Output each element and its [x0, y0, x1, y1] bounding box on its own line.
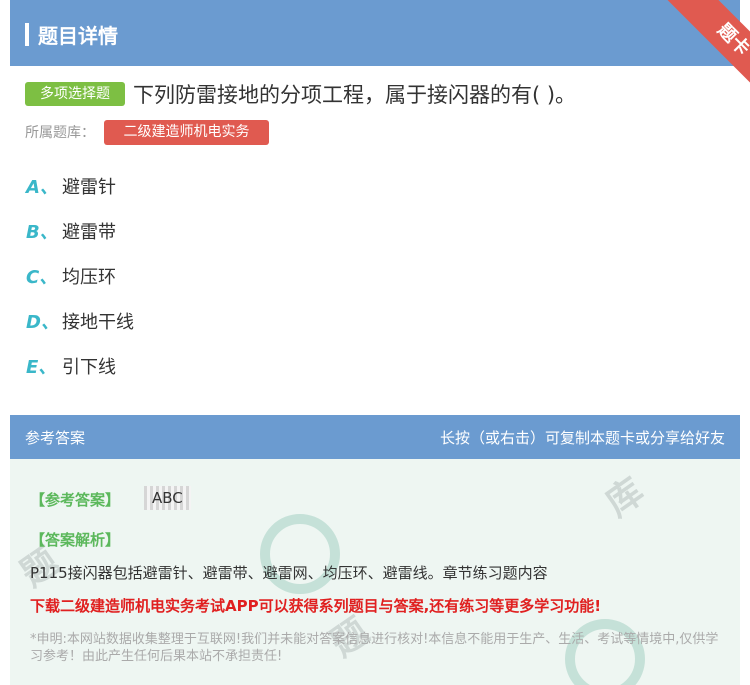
- ribbon-label: 题卡: [667, 0, 750, 100]
- answer-body: 题 题 库 【参考答案】 ABC 【答案解析】 P115接闪器包括避雷针、避雷带…: [10, 459, 740, 685]
- option-letter: A、: [26, 177, 58, 198]
- option-text: 均压环: [62, 267, 116, 288]
- option-letter: C、: [26, 267, 58, 288]
- analysis-label: 【答案解析】: [30, 531, 121, 549]
- disclaimer-text: *申明:本网站数据收集整理于互联网!我们并未能对答案信息进行核对!本信息不能用于…: [30, 632, 719, 664]
- option-letter: D、: [26, 312, 59, 333]
- share-hint: 长按（或右击）可复制本题卡或分享给好友: [439, 429, 725, 447]
- header-accent-bar: [25, 23, 29, 46]
- page-title: 题目详情: [38, 24, 118, 48]
- option-b[interactable]: B、 避雷带: [26, 220, 426, 246]
- answer-section-title: 参考答案: [25, 429, 86, 447]
- analysis-text: P115接闪器包括避雷针、避雷带、避雷网、均压环、避雷线。章节练习题内容: [30, 564, 548, 582]
- option-letter: B、: [26, 222, 58, 243]
- option-letter: E、: [26, 357, 57, 378]
- answer-label: 【参考答案】: [30, 491, 121, 509]
- bank-label: 所属题库：: [25, 125, 95, 141]
- question-text: 下列防雷接地的分项工程，属于接闪器的有( )。: [133, 83, 577, 107]
- question-type-tag: 多项选择题: [25, 82, 125, 106]
- corner-ribbon: 题卡: [650, 0, 750, 100]
- option-text: 接地干线: [62, 312, 134, 333]
- bank-name-tag[interactable]: 二级建造师机电实务: [104, 120, 269, 145]
- answer-value: ABC: [144, 486, 191, 510]
- option-e[interactable]: E、 引下线: [26, 355, 426, 381]
- option-text: 避雷带: [62, 222, 116, 243]
- answer-header: 参考答案 长按（或右击）可复制本题卡或分享给好友: [10, 415, 740, 459]
- watermark-icon: 库: [598, 470, 652, 525]
- download-app-link[interactable]: 下载二级建造师机电实务考试APP可以获得系列题目与答案,还有练习等更多学习功能!: [30, 595, 740, 616]
- option-d[interactable]: D、 接地干线: [26, 310, 426, 336]
- option-a[interactable]: A、 避雷针: [26, 175, 426, 201]
- option-c[interactable]: C、 均压环: [26, 265, 426, 291]
- option-text: 避雷针: [62, 177, 116, 198]
- option-text: 引下线: [62, 357, 116, 378]
- page-header: 题目详情: [10, 0, 740, 66]
